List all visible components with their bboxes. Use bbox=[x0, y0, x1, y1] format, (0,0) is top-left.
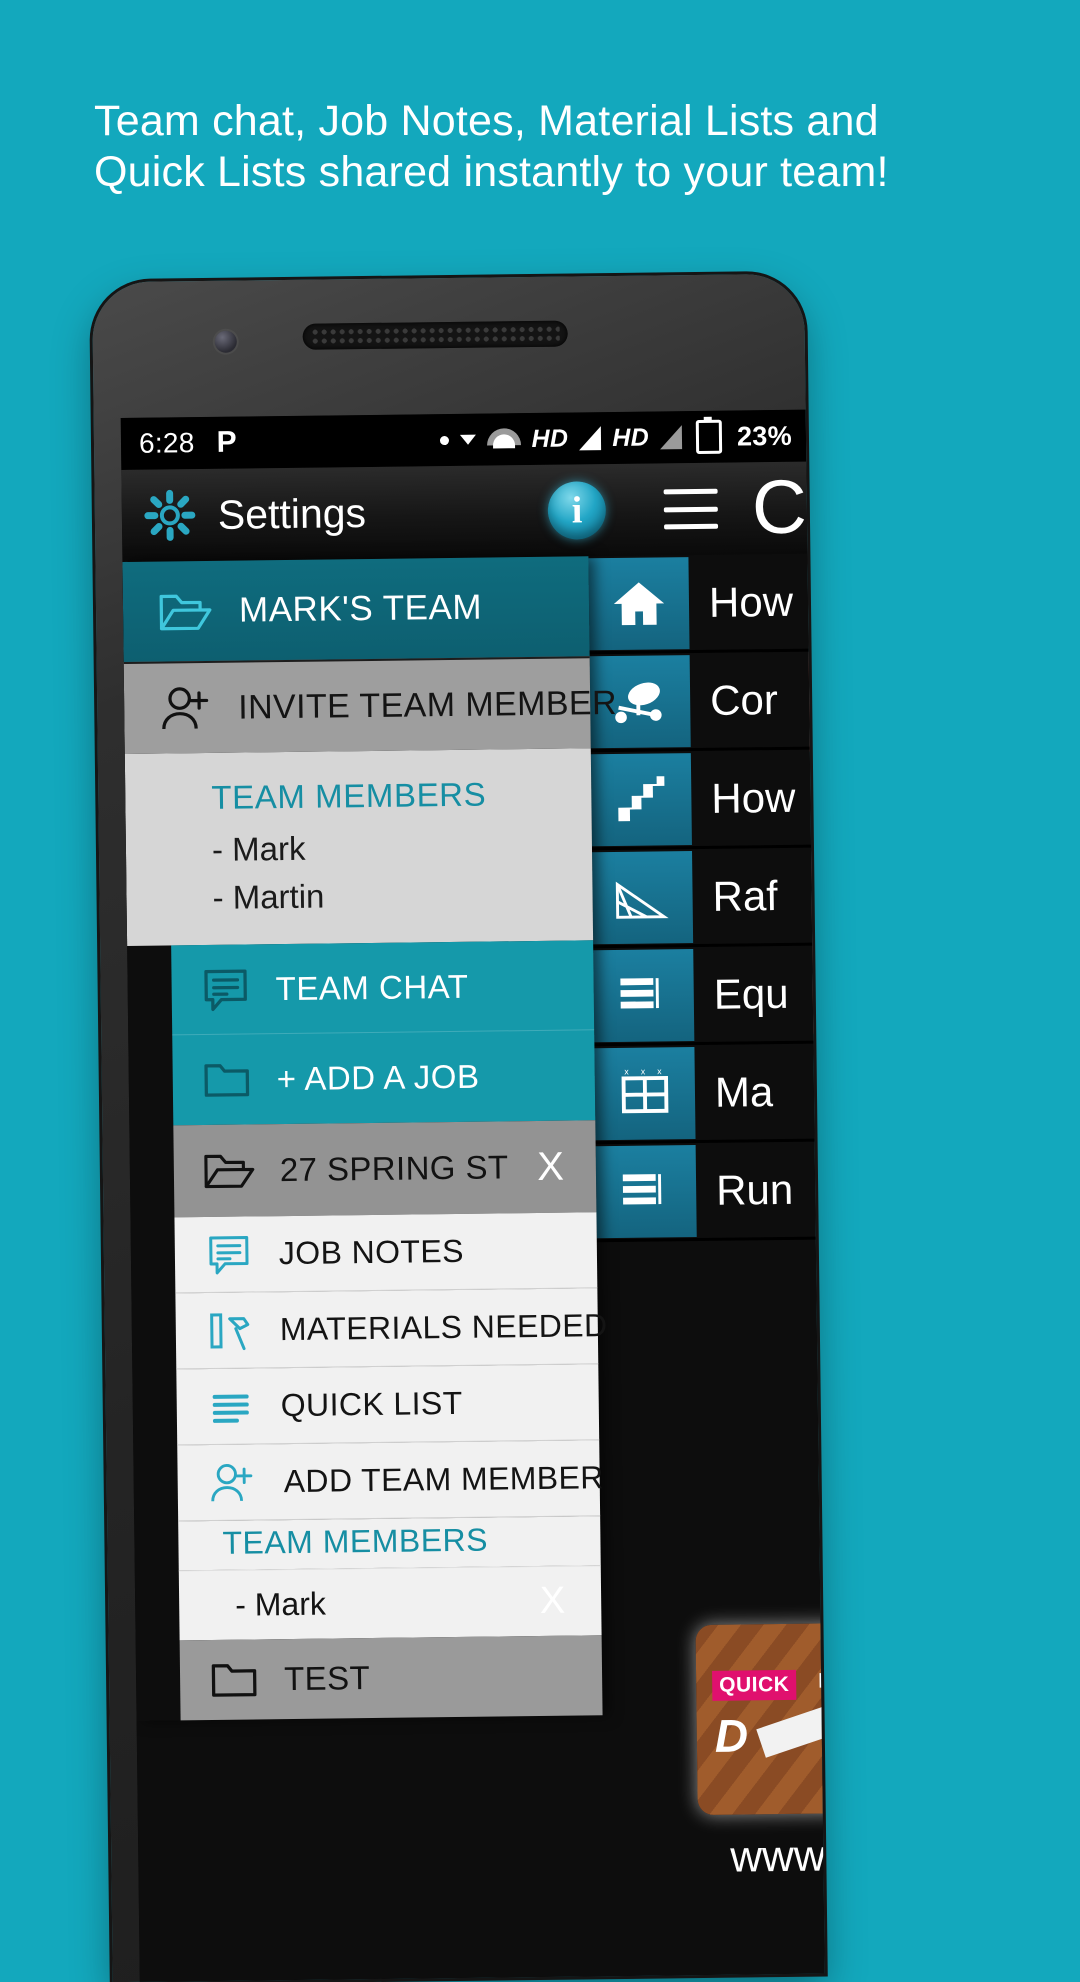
sidebar-item-label: 27 SPRING ST bbox=[279, 1148, 509, 1189]
website-text: www. bbox=[730, 1831, 825, 1882]
front-camera-icon bbox=[214, 330, 237, 353]
sidebar-item-label: ADD TEAM MEMBER bbox=[283, 1459, 604, 1500]
job-team-members-heading: TEAM MEMBERS bbox=[222, 1521, 489, 1561]
folder-icon bbox=[208, 1657, 261, 1702]
svg-text:x: x bbox=[641, 1066, 646, 1076]
list-lines-icon bbox=[595, 1144, 697, 1238]
sidebar-item-add-team-member[interactable]: ADD TEAM MEMBER bbox=[177, 1440, 604, 1522]
window-grid-icon: xxx bbox=[594, 1046, 696, 1140]
svg-text:x: x bbox=[624, 1066, 629, 1076]
folder-open-icon bbox=[157, 589, 214, 634]
sidebar-item-add-a-job[interactable]: + ADD A JOB bbox=[172, 1030, 595, 1125]
hd-label-1: HD bbox=[531, 424, 569, 453]
tile-label: Cor bbox=[709, 675, 779, 724]
sidebar-item-label: JOB NOTES bbox=[278, 1232, 465, 1272]
tile-label: Equ bbox=[713, 969, 789, 1018]
app-body: How Cor How Raf Equ x x x Ma Run QUICK D… bbox=[122, 552, 825, 1982]
tile-row[interactable]: How bbox=[588, 552, 825, 655]
earpiece-speaker bbox=[302, 320, 568, 350]
sidebar-item-materials-needed[interactable]: MATERIALS NEEDED bbox=[175, 1288, 608, 1370]
sidebar-item-label: QUICK LIST bbox=[280, 1384, 463, 1424]
promo-brand-1: QUICK bbox=[712, 1669, 797, 1701]
list-item: - Mark bbox=[211, 829, 306, 868]
phone-mockup: 6:28 P HD HD 23% Settings i C How Cor Ho… bbox=[92, 273, 825, 1982]
promo-headline: Team chat, Job Notes, Material Lists and… bbox=[94, 96, 994, 197]
navigation-drawer: MARK'S TEAM INVITE TEAM MEMBER TEAM MEMB… bbox=[122, 556, 617, 1721]
status-bar: 6:28 P HD HD 23% bbox=[120, 409, 807, 471]
sidebar-item-job-notes[interactable]: JOB NOTES bbox=[174, 1212, 598, 1294]
hamburger-icon[interactable] bbox=[663, 488, 719, 530]
hammer-icon bbox=[206, 1308, 255, 1353]
list-lines-icon bbox=[593, 948, 695, 1042]
tile-label: Run bbox=[715, 1165, 794, 1214]
sidebar-item-team-chat[interactable]: TEAM CHAT bbox=[171, 940, 595, 1036]
phone-screen: 6:28 P HD HD 23% Settings i C How Cor Ho… bbox=[120, 409, 825, 1982]
truncated-letter: C bbox=[751, 464, 808, 551]
info-button[interactable]: i bbox=[547, 481, 607, 540]
headline-line-1: Team chat, Job Notes, Material Lists and bbox=[94, 97, 879, 145]
sidebar-item-label: + ADD A JOB bbox=[276, 1057, 480, 1098]
sidebar-item-quick-list[interactable]: QUICK LIST bbox=[176, 1364, 600, 1446]
folder-open-icon bbox=[202, 1149, 257, 1192]
tile-label: How bbox=[711, 773, 796, 822]
tile-row[interactable]: Equ bbox=[593, 944, 825, 1047]
signal-bars-icon-2 bbox=[659, 425, 683, 450]
close-icon[interactable]: X bbox=[537, 1144, 564, 1189]
tile-row[interactable]: Raf bbox=[592, 846, 825, 949]
roof-truss-icon bbox=[592, 850, 694, 944]
hd-label-2: HD bbox=[612, 423, 650, 452]
quickdeck-promo-tile[interactable]: QUICK DEC D bbox=[695, 1622, 825, 1816]
chat-bubble-icon bbox=[205, 1232, 254, 1277]
sidebar-item-label: MARK'S TEAM bbox=[238, 587, 483, 630]
tile-row[interactable]: Run bbox=[595, 1140, 825, 1243]
sidebar-item-label: TEAM CHAT bbox=[275, 967, 469, 1007]
sidebar-item-label: MATERIALS NEEDED bbox=[279, 1307, 608, 1348]
team-actions-group: TEAM CHAT + ADD A JOB bbox=[171, 940, 596, 1126]
chat-bubble-icon bbox=[199, 965, 252, 1014]
download-caret-icon bbox=[459, 434, 476, 445]
promo-brand-2: DEC bbox=[818, 1669, 825, 1693]
sidebar-item-label: INVITE TEAM MEMBER bbox=[237, 683, 618, 727]
calculator-tile-list: How Cor How Raf Equ x x x Ma Run bbox=[588, 552, 825, 1243]
folder-icon bbox=[201, 1057, 254, 1102]
battery-percent: 23% bbox=[736, 420, 793, 451]
team-members-block: TEAM MEMBERS - Mark - Martin bbox=[124, 748, 594, 946]
stairs-icon bbox=[590, 752, 692, 846]
house-icon bbox=[588, 556, 690, 650]
status-time: 6:28 bbox=[138, 427, 195, 459]
job-team-members-block: TEAM MEMBERS bbox=[178, 1516, 601, 1571]
tile-row[interactable]: Cor bbox=[589, 650, 825, 753]
tile-row[interactable]: x x x Ma bbox=[594, 1042, 825, 1145]
signal-bars-icon-1 bbox=[579, 426, 602, 451]
person-add-icon bbox=[158, 684, 215, 733]
sidebar-item-team[interactable]: MARK'S TEAM bbox=[122, 556, 590, 662]
sidebar-item-test[interactable]: TEST bbox=[179, 1635, 603, 1721]
headline-line-2: Quick Lists shared instantly to your tea… bbox=[94, 147, 889, 196]
job-team-member-row[interactable]: - Mark X bbox=[178, 1565, 602, 1641]
svg-text:x: x bbox=[657, 1066, 662, 1076]
info-label: i bbox=[571, 489, 583, 532]
list-item: - Martin bbox=[212, 877, 325, 916]
battery-icon bbox=[695, 419, 723, 454]
page-title: Settings bbox=[217, 489, 367, 538]
gear-icon[interactable] bbox=[144, 489, 197, 542]
sidebar-item-invite-team-member[interactable]: INVITE TEAM MEMBER bbox=[123, 656, 617, 754]
parking-app-icon: P bbox=[216, 425, 238, 459]
tile-row[interactable]: How bbox=[590, 748, 825, 851]
sidebar-item-label: TEST bbox=[283, 1659, 371, 1698]
team-members-heading: TEAM MEMBERS bbox=[211, 775, 487, 816]
list-lines-icon bbox=[207, 1384, 256, 1429]
status-dot-icon bbox=[439, 435, 449, 445]
wifi-icon bbox=[486, 428, 520, 450]
tile-label: Ma bbox=[714, 1067, 774, 1116]
tile-label: How bbox=[708, 577, 794, 626]
action-bar: Settings i C bbox=[121, 461, 808, 562]
job-team-member-label: - Mark bbox=[234, 1585, 327, 1623]
sidebar-item-job-27-spring-st[interactable]: 27 SPRING ST X bbox=[173, 1120, 597, 1218]
promo-brand-3: D bbox=[714, 1709, 749, 1762]
tile-label: Raf bbox=[712, 871, 779, 920]
close-icon[interactable]: X bbox=[540, 1580, 566, 1623]
person-add-icon bbox=[207, 1460, 258, 1505]
